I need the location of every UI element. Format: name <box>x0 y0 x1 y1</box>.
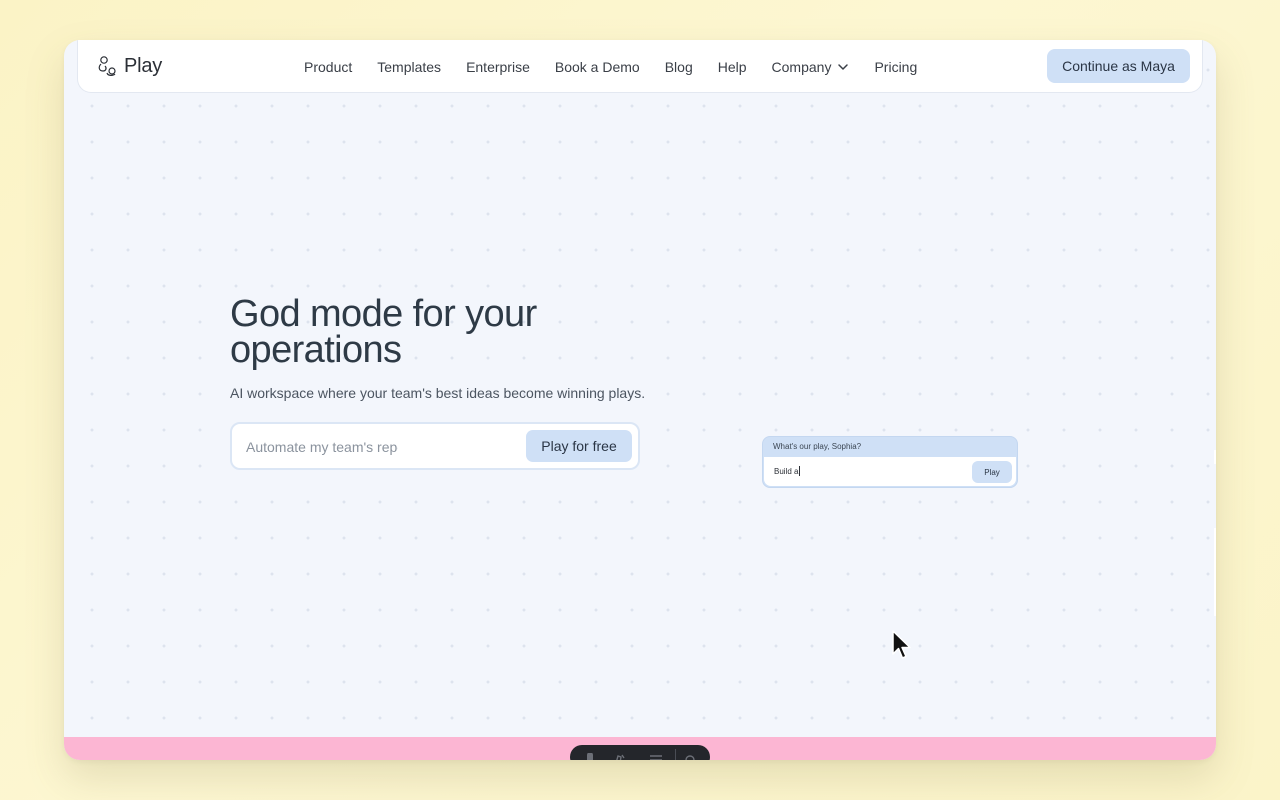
play-logo-icon <box>98 56 116 76</box>
hero-subtitle: AI workspace where your team's best idea… <box>230 385 646 401</box>
top-nav: Play Product Templates Enterprise Book a… <box>77 40 1203 93</box>
pointer-tool-icon[interactable] <box>584 753 596 760</box>
bottom-band <box>64 737 1216 760</box>
chevron-down-icon <box>838 63 849 70</box>
nav-link-pricing[interactable]: Pricing <box>874 59 917 75</box>
brand-name: Play <box>124 54 163 77</box>
play-prompt-widget: What's our play, Sophia? Build a Play <box>762 436 1018 488</box>
menu-icon[interactable] <box>650 753 662 760</box>
widget-input-text: Build a <box>774 466 799 476</box>
nav-link-product[interactable]: Product <box>304 59 352 75</box>
nav-link-help[interactable]: Help <box>718 59 747 75</box>
hand-tool-icon[interactable] <box>614 753 626 760</box>
nav-link-templates[interactable]: Templates <box>377 59 441 75</box>
dock-divider <box>675 749 676 760</box>
continue-as-user-button[interactable]: Continue as Maya <box>1047 49 1190 83</box>
nav-links: Product Templates Enterprise Book a Demo… <box>304 40 942 93</box>
play-for-free-button[interactable]: Play for free <box>526 430 632 462</box>
brand-logo[interactable]: Play <box>96 54 162 78</box>
dock-toolbar <box>570 745 710 760</box>
mouse-cursor-icon <box>892 630 911 659</box>
hero-prompt-input[interactable] <box>246 436 398 458</box>
nav-link-blog[interactable]: Blog <box>665 59 693 75</box>
hero-prompt-form: Play for free <box>230 422 640 470</box>
nav-link-company[interactable]: Company <box>772 59 850 75</box>
widget-play-button[interactable]: Play <box>972 461 1012 483</box>
widget-input[interactable]: Build a <box>774 466 801 476</box>
settings-icon[interactable] <box>684 753 696 760</box>
edge-highlight <box>1214 528 1216 616</box>
text-caret <box>799 466 801 476</box>
browser-window: Play Product Templates Enterprise Book a… <box>64 40 1216 760</box>
widget-input-area: Build a Play <box>764 457 1016 486</box>
widget-prompt-label: What's our play, Sophia? <box>773 442 862 451</box>
nav-link-company-label: Company <box>771 58 832 75</box>
nav-link-enterprise[interactable]: Enterprise <box>466 59 530 75</box>
hero-title: God mode for your operations <box>230 293 537 371</box>
nav-link-book-demo[interactable]: Book a Demo <box>555 59 640 75</box>
edge-highlight <box>1214 450 1216 464</box>
